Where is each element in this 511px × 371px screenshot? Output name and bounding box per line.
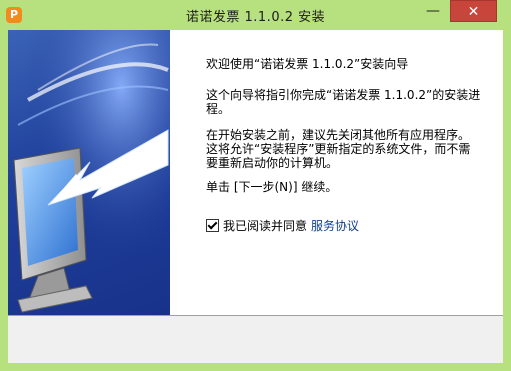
title-bar[interactable]: P 诺诺发票 1.1.0.2 安装 — ✕	[0, 0, 511, 30]
wizard-banner-image	[8, 30, 170, 315]
advice-text: 在开始安装之前，建议先关闭其他所有应用程序。这将允许“安装程序”更新指定的系统文…	[206, 128, 471, 170]
minimize-button[interactable]: —	[418, 0, 448, 22]
guide-text: 这个向导将指引你完成“诺诺发票 1.1.0.2”的安装进程。	[206, 88, 481, 116]
service-agreement-link[interactable]: 服务协议	[311, 219, 359, 233]
wizard-client-area: 欢迎使用“诺诺发票 1.1.0.2”安装向导 这个向导将指引你完成“诺诺发票 1…	[8, 30, 503, 363]
divider	[8, 315, 503, 316]
agree-label[interactable]: 我已阅读并同意	[223, 219, 307, 233]
welcome-heading: 欢迎使用“诺诺发票 1.1.0.2”安装向导	[206, 57, 409, 71]
monitor-arrow-illustration	[8, 30, 170, 315]
wizard-content-panel: 欢迎使用“诺诺发票 1.1.0.2”安装向导 这个向导将指引你完成“诺诺发票 1…	[170, 30, 503, 315]
agree-checkbox[interactable]	[206, 219, 219, 232]
agree-row: 我已阅读并同意 服务协议	[206, 219, 359, 233]
close-button[interactable]: ✕	[450, 0, 497, 22]
next-hint-text: 单击 [下一步(N)] 继续。	[206, 180, 338, 194]
installer-window: P 诺诺发票 1.1.0.2 安装 — ✕ 欢迎使用“诺诺发票 1.1.0.2”…	[0, 0, 511, 371]
